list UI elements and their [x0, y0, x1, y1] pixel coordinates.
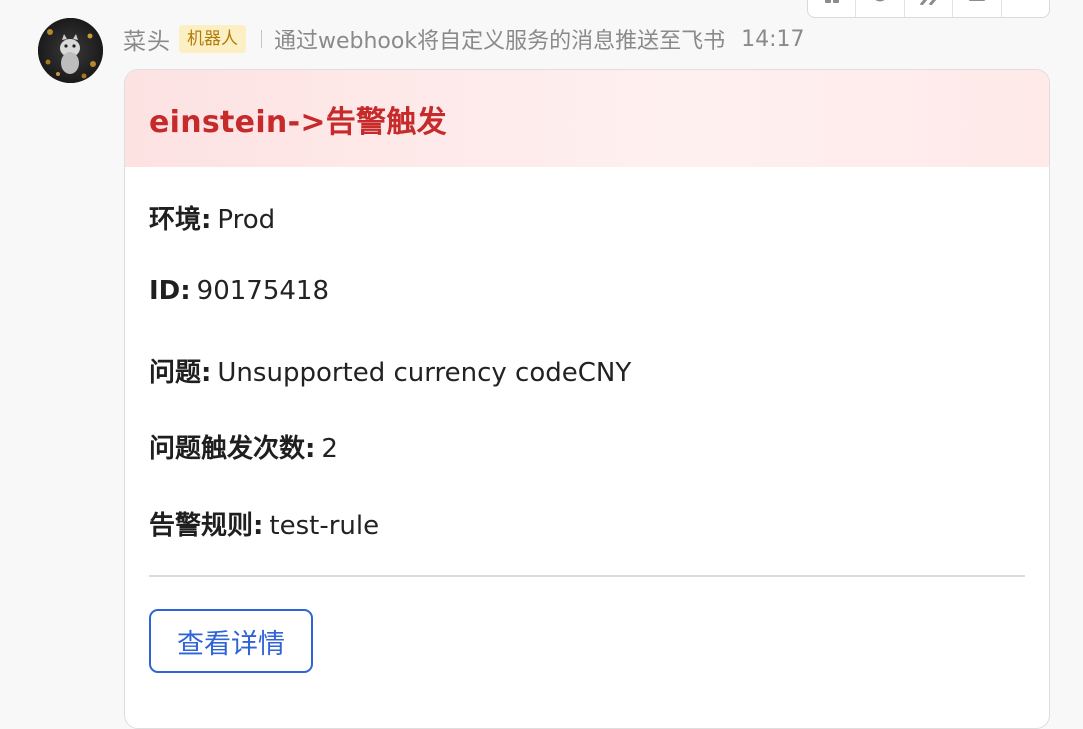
field-value: Prod	[217, 205, 276, 235]
field-label: 环境:	[149, 205, 212, 235]
view-details-button[interactable]: 查看详情	[149, 609, 313, 673]
card-icon	[824, 0, 839, 3]
field-environment: 环境: Prod	[149, 199, 275, 236]
avatar[interactable]	[38, 18, 103, 83]
field-alert-rule: 告警规则: test-rule	[149, 505, 379, 542]
more-button[interactable]	[953, 0, 1002, 17]
reaction-icon	[875, 0, 885, 2]
field-label: 问题触发次数:	[149, 434, 316, 464]
card-header: einstein->告警触发	[125, 70, 1049, 167]
field-value: 90175418	[196, 276, 329, 306]
field-issue: 问题: Unsupported currency codeCNY	[149, 352, 631, 389]
forward-button[interactable]	[905, 0, 954, 17]
field-label: 问题:	[149, 358, 212, 388]
header-separator	[261, 30, 262, 48]
avatar-image	[38, 18, 103, 83]
toolbar-blank-slot[interactable]	[1002, 0, 1049, 17]
message-action-toolbar	[807, 0, 1050, 18]
card-divider	[149, 575, 1025, 577]
field-trigger-count: 问题触发次数: 2	[149, 428, 338, 465]
field-label: ID:	[149, 276, 191, 306]
field-id: ID: 90175418	[149, 276, 329, 306]
field-value: Unsupported currency codeCNY	[217, 358, 632, 388]
more-icon	[968, 0, 985, 1]
sender-name[interactable]: 菜头	[123, 22, 171, 56]
forward-icon	[919, 0, 936, 5]
field-value: 2	[321, 434, 338, 464]
bot-badge: 机器人	[179, 25, 246, 53]
reaction-button[interactable]	[856, 0, 905, 17]
card-title: einstein->告警触发	[149, 104, 447, 140]
field-value: test-rule	[269, 511, 380, 541]
message-header: 菜头 机器人 通过webhook将自定义服务的消息推送至飞书 14:17	[123, 22, 805, 56]
bot-description: 通过webhook将自定义服务的消息推送至飞书	[274, 29, 726, 54]
card-button[interactable]	[808, 0, 857, 17]
field-label: 告警规则:	[149, 511, 264, 541]
alert-card: einstein->告警触发 环境: Prod ID: 90175418 问题: Un…	[124, 69, 1050, 729]
message-time: 14:17	[741, 26, 805, 52]
